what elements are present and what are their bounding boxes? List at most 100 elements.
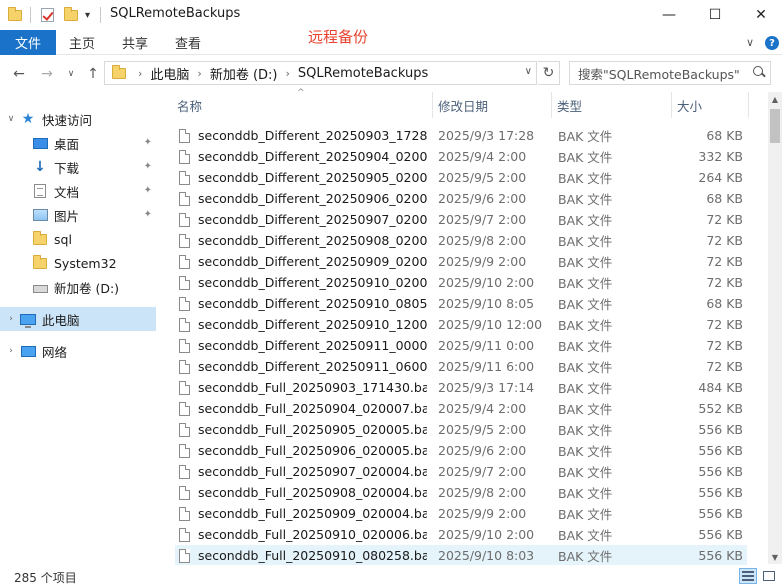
table-row[interactable]: seconddb_Different_20250910_12000... 2025… <box>175 314 747 335</box>
breadcrumb-current-folder[interactable]: SQLRemoteBackups <box>294 66 432 81</box>
forward-icon[interactable]: → <box>38 65 56 83</box>
help-icon[interactable]: ? <box>765 36 779 50</box>
chevron-right-icon[interactable]: › <box>6 346 16 356</box>
recent-locations-icon[interactable]: ∨ <box>62 65 80 83</box>
file-name-cell[interactable]: seconddb_Different_20250910_12000... <box>179 314 427 335</box>
file-name-cell[interactable]: seconddb_Full_20250907_020004.bak <box>179 461 427 482</box>
maximize-button[interactable]: ☐ <box>692 0 738 30</box>
search-input[interactable]: 搜索"SQLRemoteBackups" <box>570 64 750 83</box>
file-name-cell[interactable]: seconddb_Different_20250911_06000... <box>179 356 427 377</box>
table-row[interactable]: seconddb_Full_20250910_080258.bak 2025/9/… <box>175 545 747 566</box>
minimize-button[interactable]: — <box>646 0 692 30</box>
sidebar-item-network[interactable]: › 网络 <box>0 339 156 363</box>
column-header-type[interactable]: 类型 <box>552 94 670 116</box>
file-name-cell[interactable]: seconddb_Full_20250910_080258.bak <box>179 545 427 566</box>
table-row[interactable]: seconddb_Different_20250906_02000... 2025… <box>175 188 747 209</box>
file-name-cell[interactable]: seconddb_Different_20250905_02000... <box>179 167 427 188</box>
column-divider[interactable] <box>748 92 749 118</box>
file-name-cell[interactable]: seconddb_Different_20250908_02000... <box>179 230 427 251</box>
file-name-cell[interactable]: seconddb_Different_20250903_17283... <box>179 125 427 146</box>
table-row[interactable]: seconddb_Different_20250903_17283... 2025… <box>175 125 747 146</box>
table-row[interactable]: seconddb_Full_20250903_171430.bak 2025/9/… <box>175 377 747 398</box>
table-row[interactable]: seconddb_Different_20250904_02000... 2025… <box>175 146 747 167</box>
sidebar-item-quick-access[interactable]: ∨ ★ 快速访问 <box>0 107 156 131</box>
scroll-down-icon[interactable]: ▼ <box>768 550 782 564</box>
file-size: 556 KB <box>698 527 743 542</box>
tab-share[interactable]: 共享 <box>111 30 159 55</box>
file-type: BAK 文件 <box>558 528 613 543</box>
file-name-cell[interactable]: seconddb_Different_20250904_02000... <box>179 146 427 167</box>
file-date: 2025/9/4 2:00 <box>438 401 527 416</box>
sidebar-item-pictures[interactable]: 图片 ✦ <box>0 203 156 227</box>
column-header-size[interactable]: 大小 <box>672 94 748 116</box>
table-row[interactable]: seconddb_Different_20250909_02000... 2025… <box>175 251 747 272</box>
table-row[interactable]: seconddb_Different_20250905_02000... 2025… <box>175 167 747 188</box>
table-row[interactable]: seconddb_Full_20250910_020006.bak 2025/9/… <box>175 524 747 545</box>
file-name-cell[interactable]: seconddb_Different_20250906_02000... <box>179 188 427 209</box>
table-row[interactable]: seconddb_Full_20250907_020004.bak 2025/9/… <box>175 461 747 482</box>
file-name-cell[interactable]: seconddb_Different_20250907_02000... <box>179 209 427 230</box>
chevron-down-icon[interactable]: ∨ <box>6 114 16 124</box>
vertical-scrollbar[interactable]: ▲ ▼ <box>768 92 782 564</box>
large-icons-view-icon[interactable] <box>760 568 778 584</box>
table-row[interactable]: seconddb_Full_20250906_020005.bak 2025/9/… <box>175 440 747 461</box>
breadcrumb-this-pc[interactable]: 此电脑 <box>146 64 193 83</box>
file-name-cell[interactable]: seconddb_Different_20250910_08051... <box>179 293 427 314</box>
file-name-cell[interactable]: seconddb_Full_20250910_020006.bak <box>179 524 427 545</box>
file-name-cell[interactable]: seconddb_Full_20250906_020005.bak <box>179 440 427 461</box>
table-row[interactable]: seconddb_Different_20250911_00000... 2025… <box>175 335 747 356</box>
up-icon[interactable]: ↑ <box>84 65 102 83</box>
chevron-right-icon[interactable]: › <box>6 314 16 324</box>
table-row[interactable]: seconddb_Different_20250910_02000... 2025… <box>175 272 747 293</box>
table-row[interactable]: seconddb_Full_20250909_020004.bak 2025/9/… <box>175 503 747 524</box>
breadcrumb-separator[interactable]: › <box>193 67 205 80</box>
column-header-name[interactable]: 名称 <box>172 94 422 116</box>
table-row[interactable]: seconddb_Different_20250910_08051... 2025… <box>175 293 747 314</box>
close-button[interactable]: ✕ <box>738 0 782 30</box>
properties-icon[interactable] <box>41 5 54 25</box>
table-row[interactable]: seconddb_Different_20250911_06000... 2025… <box>175 356 747 377</box>
sidebar-item-drive-d[interactable]: 新加卷 (D:) <box>0 275 156 299</box>
sidebar-item-this-pc[interactable]: › 此电脑 <box>0 307 156 331</box>
search-icon[interactable] <box>750 63 770 83</box>
sidebar-item-sql[interactable]: sql <box>0 227 156 251</box>
breadcrumb-separator[interactable]: › <box>134 67 146 80</box>
file-name-cell[interactable]: seconddb_Full_20250903_171430.bak <box>179 377 427 398</box>
back-icon[interactable]: ← <box>10 65 28 83</box>
table-row[interactable]: seconddb_Full_20250904_020007.bak 2025/9/… <box>175 398 747 419</box>
breadcrumb-separator[interactable]: › <box>282 67 294 80</box>
refresh-icon[interactable]: ↻ <box>538 61 560 85</box>
tab-file[interactable]: 文件 <box>0 30 56 55</box>
sidebar-item-documents[interactable]: 文档 ✦ <box>0 179 156 203</box>
new-folder-icon[interactable] <box>64 5 78 25</box>
scroll-up-icon[interactable]: ▲ <box>768 92 782 106</box>
file-type: BAK 文件 <box>558 486 613 501</box>
file-name-cell[interactable]: seconddb_Full_20250909_020004.bak <box>179 503 427 524</box>
file-icon <box>179 191 190 206</box>
scrollbar-thumb[interactable] <box>770 109 780 143</box>
details-view-icon[interactable] <box>739 568 757 584</box>
expand-ribbon-icon[interactable]: ∨ <box>746 36 754 49</box>
address-dropdown-icon[interactable]: ∨ <box>525 66 532 77</box>
file-name-cell[interactable]: seconddb_Different_20250909_02000... <box>179 251 427 272</box>
file-name-cell[interactable]: seconddb_Different_20250911_00000... <box>179 335 427 356</box>
file-icon <box>179 149 190 164</box>
file-name-cell[interactable]: seconddb_Full_20250905_020005.bak <box>179 419 427 440</box>
file-name-cell[interactable]: seconddb_Full_20250904_020007.bak <box>179 398 427 419</box>
tab-home[interactable]: 主页 <box>58 30 106 55</box>
table-row[interactable]: seconddb_Different_20250908_02000... 2025… <box>175 230 747 251</box>
file-name-cell[interactable]: seconddb_Different_20250910_02000... <box>179 272 427 293</box>
address-bar[interactable]: › 此电脑 › 新加卷 (D:) › SQLRemoteBackups ∨ <box>104 61 537 85</box>
table-row[interactable]: seconddb_Full_20250908_020004.bak 2025/9/… <box>175 482 747 503</box>
tab-view[interactable]: 查看 <box>164 30 212 55</box>
sidebar-item-desktop[interactable]: 桌面 ✦ <box>0 131 156 155</box>
sidebar-item-system32[interactable]: System32 <box>0 251 156 275</box>
column-header-date[interactable]: 修改日期 <box>433 94 551 116</box>
breadcrumb-drive-d[interactable]: 新加卷 (D:) <box>206 64 282 83</box>
file-name-cell[interactable]: seconddb_Full_20250908_020004.bak <box>179 482 427 503</box>
table-row[interactable]: seconddb_Different_20250907_02000... 2025… <box>175 209 747 230</box>
table-row[interactable]: seconddb_Full_20250905_020005.bak 2025/9/… <box>175 419 747 440</box>
sidebar-item-downloads[interactable]: ↓ 下载 ✦ <box>0 155 156 179</box>
search-box[interactable]: 搜索"SQLRemoteBackups" <box>569 61 771 85</box>
customize-toolbar-icon[interactable]: ▾ <box>85 5 90 25</box>
